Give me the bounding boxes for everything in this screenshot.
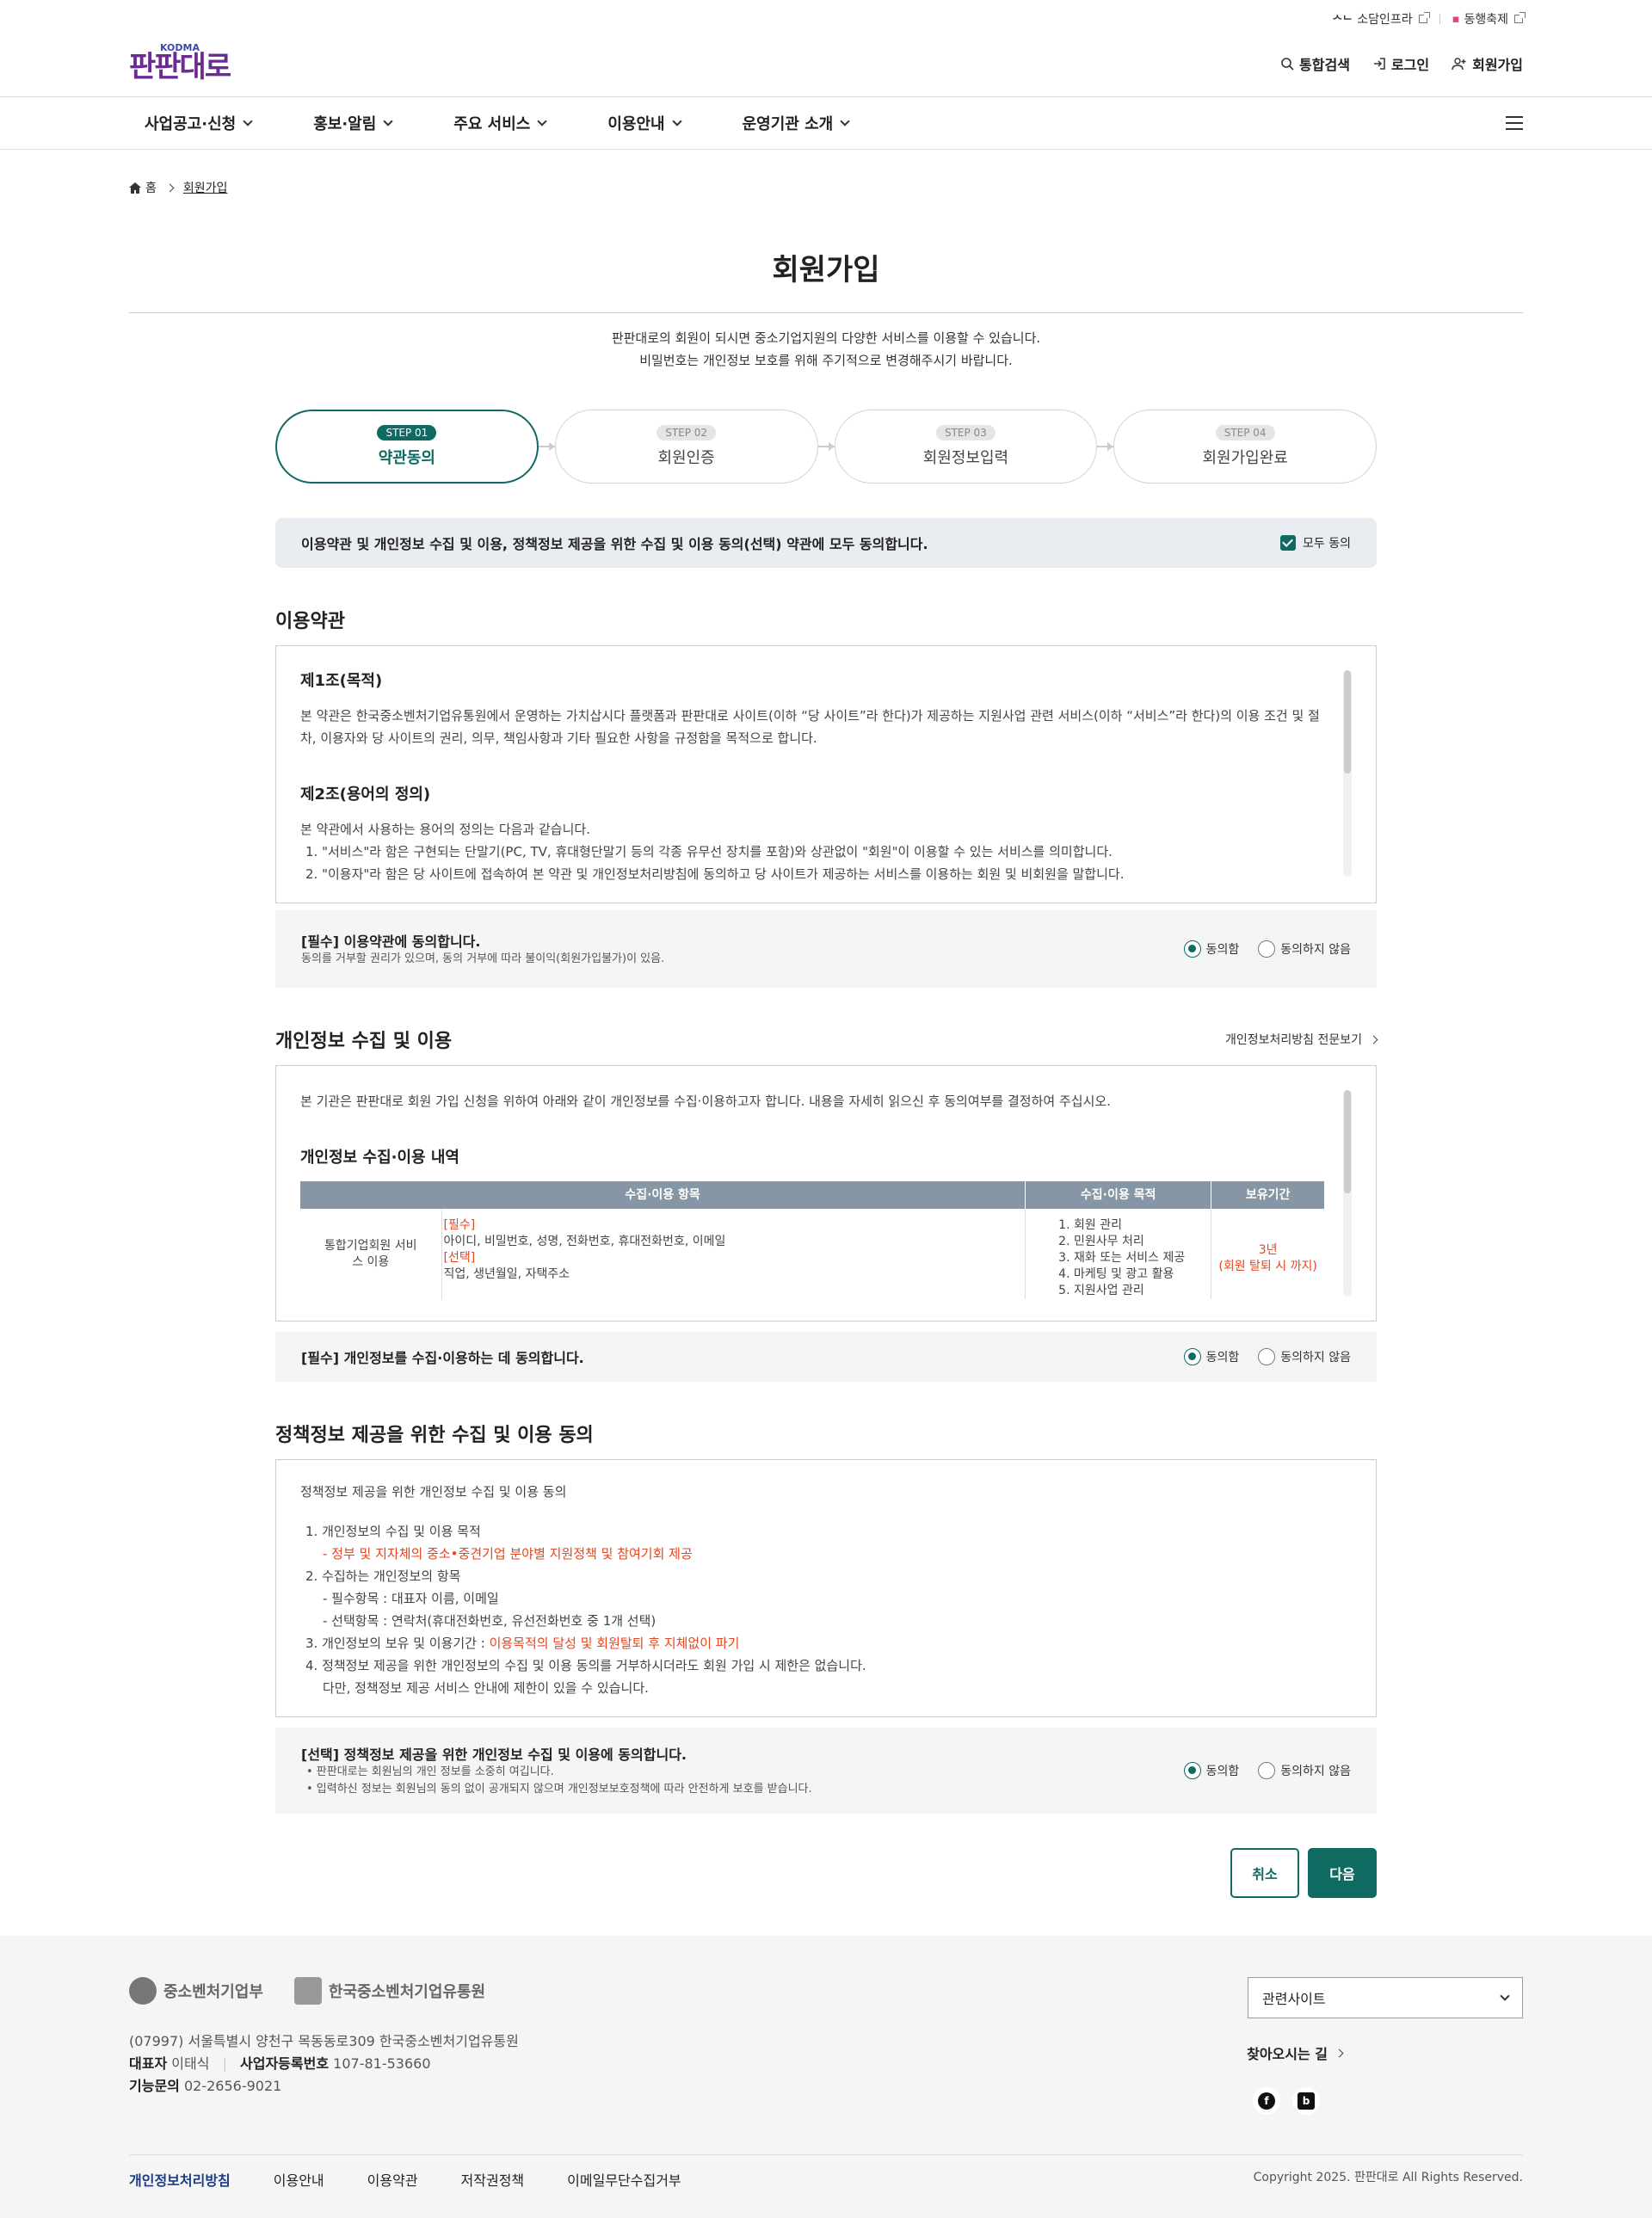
site-logo[interactable]: KODMA 판판대로 [129,43,231,82]
policy-agree-radio[interactable]: 동의함 [1183,1762,1239,1779]
sodam-logo-icon: ᄉᄂ [1332,14,1353,28]
privacy-scroll-box[interactable]: 본 기관은 판판대로 회원 가입 신청을 위하여 아래와 같이 개인정보를 수집… [275,1065,1377,1322]
chevron-down-icon [840,116,850,126]
footer-link-terms[interactable]: 이용약관 [367,2169,418,2190]
next-button[interactable]: 다음 [1308,1848,1377,1898]
blog-link[interactable]: b [1292,2087,1320,2115]
breadcrumb-current[interactable]: 회원가입 [183,179,228,196]
gnb-item-announcement[interactable]: 사업공고·신청 [129,112,267,134]
chevron-down-icon [383,116,393,126]
arrow-right-icon [817,442,835,451]
search-icon [1281,58,1294,71]
blog-icon: b [1298,2092,1315,2110]
chevron-down-icon [243,116,253,126]
policy-disagree-radio[interactable]: 동의하지 않음 [1258,1762,1351,1779]
facebook-icon: f [1258,2092,1275,2110]
privacy-agree-row: [필수] 개인정보를 수집·이용하는 데 동의합니다. 동의함 동의하지 않음 [275,1332,1377,1382]
kodma-emblem-icon [293,1977,322,2005]
breadcrumb-home[interactable]: 홈 [129,179,157,196]
chevron-down-icon [537,116,548,126]
external-link-icon [1418,12,1430,23]
step-3: STEP 03 회원정보입력 [834,410,1098,484]
login-link[interactable]: 로그인 [1372,53,1429,74]
mss-emblem-icon [129,1977,157,2005]
privacy-title: 개인정보 수집 및 이용 [275,1031,453,1052]
privacy-policy-link[interactable]: 개인정보처리방침 전문보기 [1225,1031,1378,1048]
gnb-item-services[interactable]: 주요 서비스 [438,112,561,134]
scrollbar[interactable] [1343,1090,1352,1297]
breadcrumb: 홈 회원가입 [129,179,1523,196]
step-4: STEP 04 회원가입완료 [1113,410,1378,484]
footer-link-copyright[interactable]: 저작권정책 [461,2169,525,2190]
agree-all-checkbox[interactable]: 모두 동의 [1280,534,1351,551]
copyright: Copyright 2025. 판판대로 All Rights Reserved… [1253,2171,1523,2184]
privacy-disagree-radio[interactable]: 동의하지 않음 [1258,1348,1351,1365]
scrollbar[interactable] [1343,670,1352,877]
agree-all-bar: 이용약관 및 개인정보 수집 및 이용, 정책정보 제공을 위한 수집 및 이용… [275,518,1377,568]
chevron-right-icon [1369,1035,1378,1044]
page-intro: 판판대로의 회원이 되시면 중소기업지원의 다양한 서비스를 이용할 수 있습니… [611,330,1041,368]
footer-link-privacy[interactable]: 개인정보처리방침 [129,2169,231,2190]
header: KODMA 판판대로 통합검색 로그인 회원가입 [129,38,1523,96]
step-2: STEP 02 회원인증 [554,410,818,484]
page-title: 회원가입 [129,246,1523,313]
footer: 중소벤처기업부 한국중소벤처기업유통원 (07997) 서울특별시 양천구 목동… [0,1936,1652,2218]
terms-agree-row: [필수] 이용약관에 동의합니다. 동의를 거부할 권리가 있으며, 동의 거부에… [275,910,1377,988]
mss-logo: 중소벤처기업부 [129,1977,263,2005]
facebook-link[interactable]: f [1253,2087,1280,2115]
chevron-down-icon [1500,1991,1510,2001]
footer-link-email[interactable]: 이메일무단수집거부 [567,2169,681,2190]
chevron-down-icon [671,116,682,126]
terms-scroll-box[interactable]: 제1조(목적) 본 약관은 한국중소벤처기업유통원에서 운영하는 가치삽시다 플… [275,645,1377,903]
chevron-right-icon [165,183,175,192]
terms-disagree-radio[interactable]: 동의하지 않음 [1258,940,1351,958]
gnb-item-about[interactable]: 운영기관 소개 [727,112,865,134]
policy-agree-row: [선택] 정책정보 제공을 위한 개인정보 수집 및 이용에 동의합니다. • 판… [275,1728,1377,1814]
privacy-table: 수집·이용 항목 수집·이용 목적 보유기간 통합기업회원 서비스 이용 [필수… [300,1181,1324,1299]
policy-box: 정책정보 제공을 위한 개인정보 수집 및 이용 동의 1. 개인정보의 수집 … [275,1459,1377,1717]
home-icon [129,182,141,194]
util-link-donghaeng[interactable]: ▪ 동행축제 [1452,10,1526,28]
menu-icon[interactable] [1506,116,1523,130]
privacy-agree-radio[interactable]: 동의함 [1183,1348,1239,1365]
related-sites-select[interactable]: 관련사이트 [1248,1977,1523,2018]
join-link[interactable]: 회원가입 [1452,53,1523,74]
kodma-logo: 한국중소벤처기업유통원 [293,1977,485,2005]
divider [1439,14,1440,24]
login-icon [1373,58,1385,70]
directions-link[interactable]: 찾아오시는 길 [1247,2042,1344,2063]
utility-bar: ᄉᄂ 소담인프라 ▪ 동행축제 [129,0,1526,38]
terms-agree-radio[interactable]: 동의함 [1183,940,1239,958]
chevron-right-icon [1335,2049,1344,2057]
gnb-item-promotion[interactable]: 홍보·알림 [298,112,407,134]
checkbox-checked-icon [1280,535,1297,551]
cancel-button[interactable]: 취소 [1230,1848,1299,1898]
main-navigation: 사업공고·신청 홍보·알림 주요 서비스 이용안내 운영기관 소개 [0,96,1652,150]
terms-title: 이용약관 [275,611,345,632]
policy-title: 정책정보 제공을 위한 수집 및 이용 동의 [275,1425,594,1446]
search-link[interactable]: 통합검색 [1280,53,1350,74]
footer-link-guide[interactable]: 이용안내 [274,2169,324,2190]
external-link-icon [1514,12,1526,23]
step-1: STEP 01 약관동의 [275,410,539,484]
gnb-item-guide[interactable]: 이용안내 [592,112,695,134]
step-indicator: STEP 01 약관동의 STEP 02 회원인증 STEP 03 회원정보입력 ST… [275,410,1378,484]
user-add-icon [1452,58,1466,71]
arrow-right-icon [538,442,555,451]
util-link-sodam[interactable]: ᄉᄂ 소담인프라 [1332,10,1430,28]
arrow-right-icon [1097,442,1114,451]
donghaeng-logo-icon: ▪ [1452,12,1460,26]
